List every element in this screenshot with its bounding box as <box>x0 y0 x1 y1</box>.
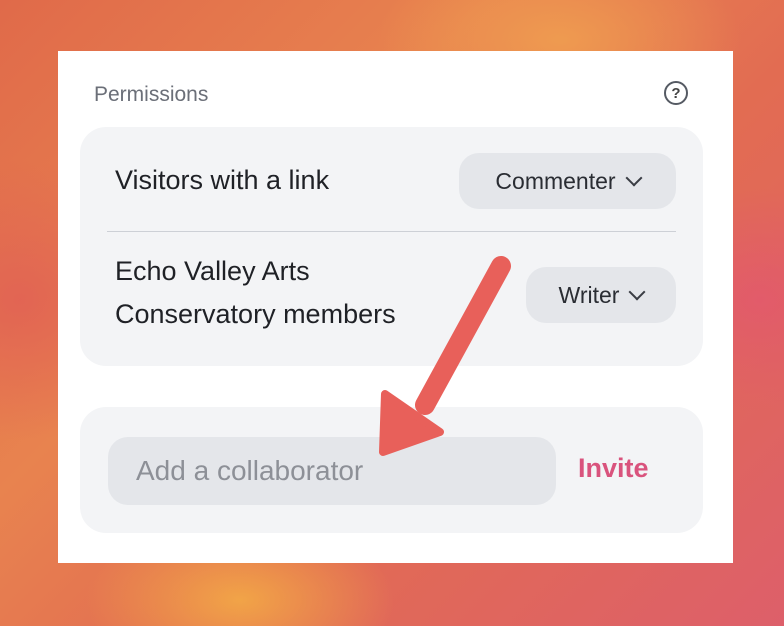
role-select-value: Commenter <box>495 167 616 194</box>
members-label-line2: Conservatory members <box>115 299 396 329</box>
members-label: Echo Valley Arts Conservatory members <box>115 250 396 336</box>
chevron-down-icon <box>625 169 643 187</box>
permissions-title: Permissions <box>94 83 209 106</box>
permissions-panel: Permissions ? Visitors with a link Comme… <box>58 51 733 563</box>
invite-section: Invite <box>80 407 703 533</box>
help-icon[interactable]: ? <box>664 81 688 105</box>
divider <box>107 231 676 232</box>
chevron-down-icon <box>628 283 646 301</box>
invite-button[interactable]: Invite <box>578 453 649 484</box>
members-label-line1: Echo Valley Arts <box>115 256 310 286</box>
collaborator-input[interactable] <box>108 437 556 505</box>
link-visitors-label: Visitors with a link <box>115 165 330 195</box>
role-select-value: Writer <box>558 281 620 308</box>
link-visitors-role-select[interactable]: Commenter <box>459 153 676 209</box>
permissions-list: Visitors with a link Commenter Echo Vall… <box>80 127 703 366</box>
members-role-select[interactable]: Writer <box>526 267 676 323</box>
